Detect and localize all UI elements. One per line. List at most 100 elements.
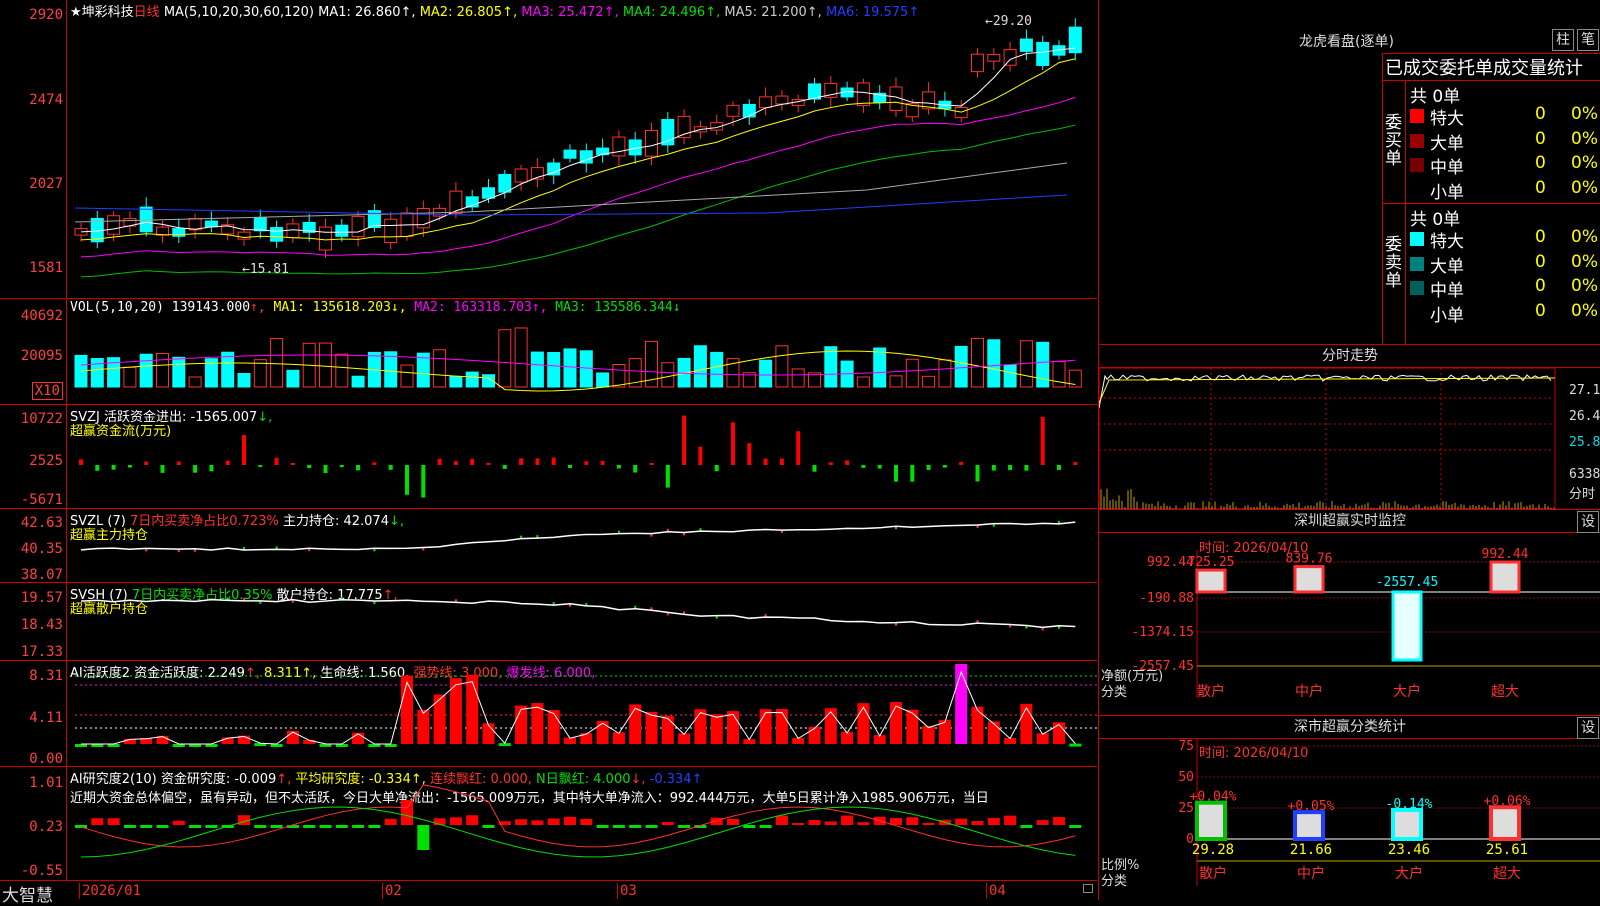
candle-body bbox=[270, 227, 284, 242]
research-bar bbox=[596, 825, 609, 828]
volume-bar bbox=[74, 354, 88, 388]
flow-bar bbox=[372, 462, 377, 465]
volume-bar bbox=[514, 327, 528, 388]
flow-bar bbox=[877, 465, 882, 469]
ai-active-panel[interactable]: 8.31 4.11 0.00 AI活跃度2 资金活跃度: 2.249↑, 8.3… bbox=[0, 661, 1097, 767]
sell-row-pct: 0% bbox=[1571, 251, 1598, 272]
sell-row-count: 0 bbox=[1535, 251, 1546, 272]
monitor-panel[interactable]: 深圳超赢实时监控 设 时间: 2026/04/10 992.44 -190.88-… bbox=[1098, 510, 1600, 716]
activity-bar bbox=[612, 732, 625, 744]
classify-panel[interactable]: 深市超赢分类统计 设 时间: 2026/04/10 75 50 25 0 +0.04% 2… bbox=[1098, 716, 1600, 900]
flow-bar bbox=[1073, 462, 1078, 465]
y-tick: 1.01 bbox=[29, 775, 63, 791]
candle-body bbox=[107, 215, 121, 235]
flow-bar bbox=[812, 465, 817, 472]
svzl-panel[interactable]: 42.63 40.35 38.07 SVZL (7) 7日内买卖净占比0.723… bbox=[0, 509, 1097, 583]
tick-mode-button[interactable]: 笔 bbox=[1577, 29, 1599, 51]
flow-bar bbox=[290, 462, 295, 465]
candle-body bbox=[286, 223, 300, 239]
svzj-panel[interactable]: 10722 2525 -5671 SVZJ 活跃资金进出: -1565.007↓… bbox=[0, 405, 1097, 509]
volume-bar bbox=[563, 348, 577, 388]
candle-body bbox=[351, 215, 365, 238]
activity-bar bbox=[401, 675, 413, 744]
activity-bar bbox=[808, 726, 821, 744]
sell-row-name: 大单 bbox=[1430, 256, 1464, 277]
flow-bar bbox=[225, 460, 230, 465]
candle-body bbox=[775, 95, 789, 105]
research-bar bbox=[189, 825, 202, 828]
activity-bar bbox=[857, 703, 870, 744]
y-tick: 2525 bbox=[29, 453, 63, 469]
buy-row-pct: 0% bbox=[1571, 128, 1598, 149]
flow-bar bbox=[600, 460, 605, 465]
volume-bar bbox=[449, 375, 463, 388]
net-amount-bar bbox=[1293, 565, 1325, 594]
volume-bar bbox=[710, 351, 724, 388]
intraday-title: 分时走势 bbox=[1099, 345, 1600, 368]
activity-bar bbox=[759, 709, 772, 744]
research-bar bbox=[531, 820, 544, 825]
buy-row-count: 0 bbox=[1535, 153, 1546, 173]
research-bar bbox=[743, 825, 756, 828]
activity-bar bbox=[710, 714, 723, 744]
candle-body bbox=[645, 129, 658, 157]
candle-body bbox=[253, 217, 267, 232]
flow-bar bbox=[1057, 465, 1061, 471]
monitor-chart[interactable]: 992.44 -190.88 -1374.15 -2557.45 725.25 散户 839… bbox=[1099, 510, 1600, 715]
sell-row-name: 小单 bbox=[1430, 305, 1464, 326]
intraday-panel[interactable]: 分时走势 27.12 26.49 25.86 6338 分时 bbox=[1098, 345, 1600, 510]
research-bar bbox=[987, 817, 1000, 825]
kline-chart[interactable] bbox=[67, 0, 1097, 298]
sell-row-name: 特大 bbox=[1430, 232, 1464, 252]
y-tick: 25.86 bbox=[1569, 435, 1600, 450]
research-bar bbox=[645, 825, 658, 828]
svsh-chart[interactable] bbox=[67, 583, 1097, 660]
classify-chart[interactable]: 7550250+0.04%29.28散户+0.05%21.66中户-0.14%2… bbox=[1099, 716, 1600, 900]
buy-color-swatch bbox=[1410, 109, 1424, 123]
y-tick: -0.55 bbox=[20, 863, 63, 879]
flow-bar bbox=[616, 465, 621, 469]
activity-bar bbox=[1020, 703, 1033, 744]
svzj-chart[interactable] bbox=[67, 405, 1097, 508]
sell-side-label: 委卖单 bbox=[1385, 235, 1402, 291]
category-label: 中户 bbox=[1295, 683, 1323, 700]
flow-bar bbox=[176, 461, 181, 465]
volume-bar bbox=[661, 362, 675, 388]
ma6-line bbox=[74, 194, 1068, 216]
svsh-panel[interactable]: 19.57 18.43 17.33 SVSH (7) 7日内买卖净占比0.35%… bbox=[0, 583, 1097, 661]
candle-body bbox=[237, 231, 251, 240]
volume-bar bbox=[596, 372, 610, 388]
flow-bar bbox=[193, 465, 198, 473]
candle-body bbox=[563, 149, 577, 159]
research-bar bbox=[466, 815, 479, 825]
category-label: 大户 bbox=[1393, 683, 1421, 700]
volume-unit-badge: X10 bbox=[31, 382, 63, 400]
y-tick: 6338 bbox=[1569, 467, 1600, 482]
volume-panel[interactable]: 40692 20095 X10 VOL(5,10,20) 139143.000↑… bbox=[0, 299, 1097, 405]
flow-bar bbox=[1008, 465, 1013, 471]
sell-color-swatch bbox=[1410, 305, 1424, 320]
volume-bar bbox=[547, 352, 561, 388]
volume-bar bbox=[123, 366, 137, 388]
activity-bar bbox=[547, 710, 560, 744]
intraday-chart[interactable] bbox=[1099, 368, 1600, 509]
ai-active-chart[interactable] bbox=[67, 661, 1097, 766]
ai-research-panel[interactable]: 1.01 0.23 -0.55 AI研究度2(10) 资金研究度: -0.009… bbox=[0, 767, 1097, 880]
volume-bar bbox=[530, 351, 544, 388]
buy-row-count: 0 bbox=[1535, 104, 1546, 124]
y-tick: 10722 bbox=[20, 411, 63, 427]
research-bar bbox=[303, 825, 316, 828]
research-bar bbox=[401, 800, 413, 825]
research-bar bbox=[335, 825, 348, 828]
flow-bar bbox=[959, 461, 964, 465]
ai-research-chart[interactable] bbox=[67, 767, 1097, 880]
kline-panel[interactable]: 2920 2474 2027 1581 ★坤彩科技日线 MA(5,10,20,3… bbox=[0, 0, 1097, 299]
bar-mode-button[interactable]: 柱 bbox=[1552, 29, 1574, 51]
ratio-bar bbox=[1391, 807, 1423, 841]
intraday-vol-label: 分时 bbox=[1569, 487, 1596, 502]
activity-bar bbox=[824, 708, 837, 744]
volume-chart[interactable] bbox=[67, 299, 1097, 404]
research-bar bbox=[1053, 817, 1065, 825]
lock-icon bbox=[1083, 884, 1093, 893]
svzl-chart[interactable] bbox=[67, 509, 1097, 582]
